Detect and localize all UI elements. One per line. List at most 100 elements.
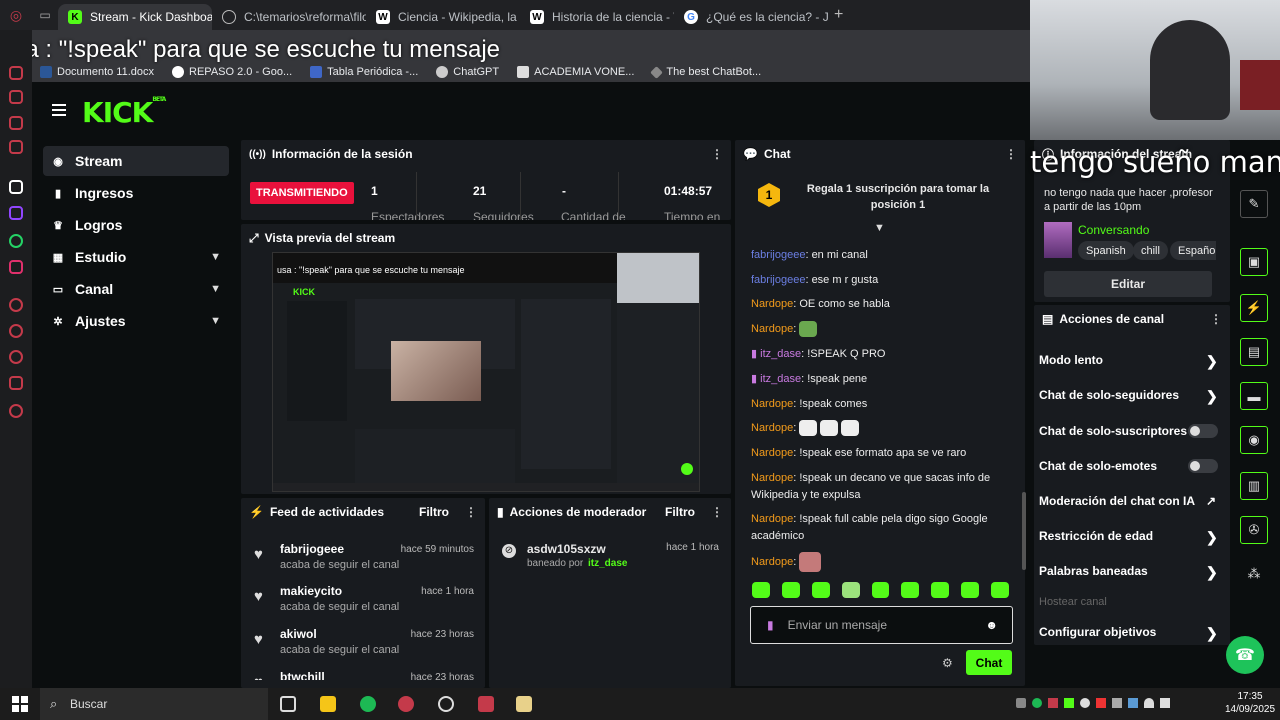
side-app-icon[interactable] [9,116,23,130]
tab-overview-icon[interactable]: ▭ [32,8,58,22]
task-view-icon[interactable] [280,696,296,712]
app-icon[interactable] [438,696,454,712]
followers-only-action[interactable]: Chat de solo-seguidores ❯ [1039,388,1218,404]
emotes-only-toggle[interactable] [1188,459,1218,473]
sidebar-item-logros[interactable]: ♛ Logros [43,210,229,240]
banned-words-action[interactable]: Palabras baneadas ❯ [1039,564,1218,580]
emote-icon[interactable] [991,582,1010,598]
windows-start-icon[interactable] [12,696,28,712]
spotify-icon[interactable] [360,696,376,712]
category-thumbnail[interactable] [1044,222,1072,258]
side-app-icon[interactable] [9,376,23,390]
chat-bubble-icon[interactable]: ▬ [1240,382,1268,410]
side-app-icon[interactable] [9,90,23,104]
file-explorer-icon[interactable] [320,696,336,712]
tag-chip[interactable]: chill [1133,241,1168,260]
bookmark-item[interactable]: REPASO 2.0 - Goo... [172,66,292,78]
stream-preview-video[interactable]: usa : "!speak" para que se escuche tu me… [272,252,700,492]
clock[interactable]: 17:35 14/09/2025 [1222,690,1278,716]
bookmark-item[interactable]: ChatGPT [436,66,499,78]
kick-logo[interactable]: KICKBETA [82,96,166,129]
tag-chip[interactable]: Españo [1170,241,1216,260]
emote-icon[interactable] [752,582,770,598]
opera-icon[interactable] [398,696,414,712]
sidebar-item-estudio[interactable]: ▦ Estudio ▼ [43,242,229,272]
more-options-icon[interactable]: ⋮ [1005,147,1017,161]
bookmark-item[interactable]: ACADEMIA VONE... [517,66,634,78]
subscribers-only-toggle[interactable] [1188,424,1218,438]
tray-icon[interactable] [1112,698,1122,708]
settings-icon[interactable] [9,404,23,418]
bookmark-item[interactable]: The best ChatBot... [650,65,761,79]
filter-button[interactable]: Filtro [419,505,449,519]
more-options-icon[interactable]: ⋮ [711,505,723,519]
browser-tab[interactable]: C:\temarios\reforma\filo\ [212,4,366,30]
wrench-icon[interactable]: ✇ [1240,516,1268,544]
heart-icon[interactable] [9,324,23,338]
sidebar-item-ingresos[interactable]: ▮ Ingresos [43,178,229,208]
broadcast-icon[interactable]: ◉ [1240,426,1268,454]
tray-icon[interactable] [1096,698,1106,708]
wps-icon[interactable] [478,696,494,712]
more-options-icon[interactable]: ⋮ [1210,312,1222,326]
side-app-icon[interactable] [9,66,23,80]
chat-input[interactable]: ▮ Enviar un mensaje ☻ [750,606,1013,644]
emote-icon[interactable] [901,582,920,598]
tray-icon[interactable] [1128,698,1138,708]
new-tab-icon[interactable]: + [834,6,843,24]
filter-button[interactable]: Filtro [665,505,695,519]
bolt-icon[interactable]: ⚡ [1240,294,1268,322]
chat-scrollbar[interactable] [1022,492,1026,570]
tray-icon[interactable] [1048,698,1058,708]
document-icon[interactable]: ▤ [1240,338,1268,366]
side-app-icon[interactable] [9,180,23,194]
bookmark-item[interactable]: Tabla Periódica -... [310,66,418,78]
clock-icon[interactable] [9,350,23,364]
pencil-icon[interactable]: ✎ [1240,190,1268,218]
browser-tab[interactable]: K Stream - Kick Dashboard [58,4,212,30]
edit-stream-button[interactable]: Editar [1044,271,1212,297]
emote-icon[interactable] [931,582,950,598]
ai-moderation-action[interactable]: Moderación del chat con IA ↗ [1039,494,1216,508]
wifi-icon[interactable] [1144,698,1154,708]
tray-icon[interactable] [1064,698,1074,708]
more-options-icon[interactable]: ⋮ [465,505,477,519]
slow-mode-action[interactable]: Modo lento ❯ [1039,353,1218,369]
more-options-icon[interactable]: ⋮ [711,147,723,161]
collapse-icon[interactable]: ▼ [874,222,885,234]
emote-icon[interactable] [871,582,890,598]
emote-icon[interactable] [961,582,980,598]
mic-icon[interactable]: ▮ [767,618,774,632]
sidebar-item-canal[interactable]: ▭ Canal ▼ [43,274,229,304]
instagram-icon[interactable] [9,260,23,274]
browser-tab[interactable]: W Ciencia - Wikipedia, la en [366,4,520,30]
tray-icon[interactable] [1080,698,1090,708]
taskbar-search[interactable]: ⌕ Buscar [40,688,268,720]
volume-icon[interactable] [1160,698,1170,708]
layout-icon[interactable]: ▥ [1240,472,1268,500]
side-app-icon[interactable] [9,140,23,154]
gift-promo-text[interactable]: Regala 1 suscripción para tomar la posic… [788,181,1008,213]
tag-chip[interactable]: Spanish [1078,241,1134,260]
send-chat-button[interactable]: Chat [966,650,1012,675]
emote-icon[interactable] [781,582,800,598]
emote-icon[interactable] [811,582,830,598]
browser-tab[interactable]: W Historia de la ciencia - W [520,4,674,30]
camera-icon[interactable]: ▣ [1240,248,1268,276]
window-menu-icon[interactable]: ◎ [0,7,32,24]
app-icon[interactable] [516,696,532,712]
chat-settings-icon[interactable]: ⚙ [942,656,953,670]
age-restriction-action[interactable]: Restricción de edad ❯ [1039,529,1218,545]
emote-icon[interactable] [841,582,860,598]
category-link[interactable]: Conversando [1078,223,1149,237]
twitch-icon[interactable] [9,206,23,220]
browser-tab[interactable]: G¿Qué es la ciencia? - John [674,4,828,30]
network-icon[interactable]: ⁂ [1240,560,1268,588]
support-headset-button[interactable]: ☎ [1226,636,1264,674]
sidebar-item-stream[interactable]: ◉ Stream [43,146,229,176]
bookmark-item[interactable]: Documento 11.docx [40,66,154,78]
menu-icon[interactable] [52,104,66,116]
whatsapp-icon[interactable] [9,234,23,248]
tray-icon[interactable] [1032,698,1042,708]
set-goals-action[interactable]: Configurar objetivos ❯ [1039,625,1218,641]
